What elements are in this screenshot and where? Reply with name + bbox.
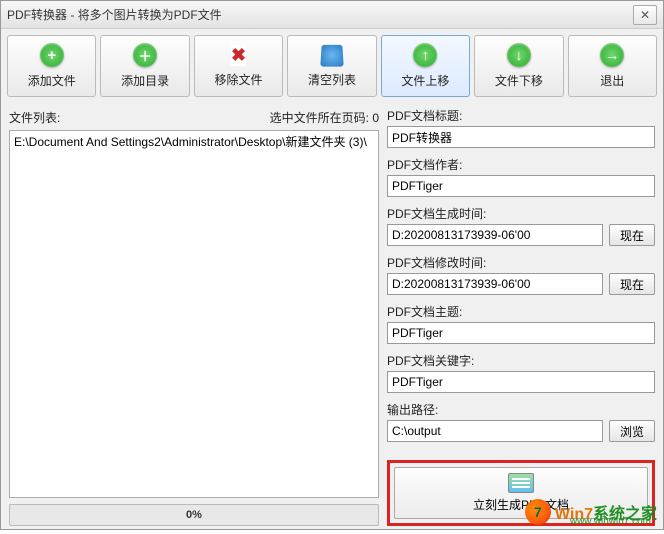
progress-bar: 0% — [9, 504, 379, 526]
generate-pdf-button[interactable]: 立刻生成PDF文档 — [394, 467, 648, 519]
file-list[interactable]: E:\Document And Settings2\Administrator\… — [9, 130, 379, 498]
close-button[interactable]: ✕ — [633, 5, 657, 25]
created-now-button[interactable]: 现在 — [609, 224, 655, 246]
trash-icon — [320, 45, 343, 67]
spreadsheet-icon — [508, 473, 534, 493]
add-folder-label: 添加目录 — [121, 72, 169, 89]
add-file-button[interactable]: + 添加文件 — [7, 35, 96, 97]
body-area: 文件列表: 选中文件所在页码: 0 E:\Document And Settin… — [1, 103, 663, 534]
plus-icon: + — [40, 43, 64, 67]
move-down-label: 文件下移 — [495, 72, 543, 89]
arrow-right-icon: → — [600, 43, 624, 67]
generate-pdf-label: 立刻生成PDF文档 — [473, 496, 569, 513]
progress-percent: 0% — [186, 509, 202, 521]
folder-plus-icon: ＋ — [133, 43, 157, 67]
exit-button[interactable]: → 退出 — [568, 35, 657, 97]
titlebar: PDF转换器 - 将多个图片转换为PDF文件 ✕ — [1, 1, 663, 29]
close-icon: ✕ — [640, 8, 650, 22]
clear-list-button[interactable]: 清空列表 — [287, 35, 376, 97]
pdf-author-label: PDF文档作者: — [387, 156, 655, 173]
pdf-title-input[interactable] — [387, 126, 655, 148]
move-up-button[interactable]: ↑ 文件上移 — [381, 35, 470, 97]
app-window: PDF转换器 - 将多个图片转换为PDF文件 ✕ + 添加文件 ＋ 添加目录 ✖… — [0, 0, 664, 530]
modified-now-button[interactable]: 现在 — [609, 273, 655, 295]
file-list-label: 文件列表: — [9, 109, 60, 126]
browse-button[interactable]: 浏览 — [609, 420, 655, 442]
generate-highlight-box: 立刻生成PDF文档 — [387, 460, 655, 526]
left-column: 文件列表: 选中文件所在页码: 0 E:\Document And Settin… — [9, 107, 379, 526]
pdf-created-input[interactable] — [387, 224, 603, 246]
output-path-input[interactable] — [387, 420, 603, 442]
remove-file-label: 移除文件 — [215, 71, 263, 88]
arrow-down-icon: ↓ — [507, 43, 531, 67]
exit-label: 退出 — [600, 72, 624, 89]
cross-icon: ✖ — [231, 45, 246, 66]
remove-file-button[interactable]: ✖ 移除文件 — [194, 35, 283, 97]
add-folder-button[interactable]: ＋ 添加目录 — [100, 35, 189, 97]
list-item[interactable]: E:\Document And Settings2\Administrator\… — [14, 133, 374, 150]
pdf-title-label: PDF文档标题: — [387, 107, 655, 124]
toolbar: + 添加文件 ＋ 添加目录 ✖ 移除文件 清空列表 ↑ 文件上移 ↓ 文件下移 … — [1, 29, 663, 103]
pdf-modified-label: PDF文档修改时间: — [387, 254, 655, 271]
pdf-modified-input[interactable] — [387, 273, 603, 295]
pdf-subject-label: PDF文档主题: — [387, 303, 655, 320]
pdf-keywords-label: PDF文档关键字: — [387, 352, 655, 369]
arrow-up-icon: ↑ — [413, 43, 437, 67]
move-up-label: 文件上移 — [401, 72, 449, 89]
output-path-label: 输出路径: — [387, 401, 655, 418]
selected-page-label: 选中文件所在页码: 0 — [270, 109, 379, 126]
left-header: 文件列表: 选中文件所在页码: 0 — [9, 107, 379, 130]
pdf-author-input[interactable] — [387, 175, 655, 197]
pdf-subject-input[interactable] — [387, 322, 655, 344]
pdf-created-label: PDF文档生成时间: — [387, 205, 655, 222]
window-title: PDF转换器 - 将多个图片转换为PDF文件 — [7, 6, 633, 23]
clear-list-label: 清空列表 — [308, 71, 356, 88]
move-down-button[interactable]: ↓ 文件下移 — [474, 35, 563, 97]
add-file-label: 添加文件 — [28, 72, 76, 89]
pdf-keywords-input[interactable] — [387, 371, 655, 393]
right-column: PDF文档标题: PDF文档作者: PDF文档生成时间: 现在 PD — [387, 107, 655, 526]
